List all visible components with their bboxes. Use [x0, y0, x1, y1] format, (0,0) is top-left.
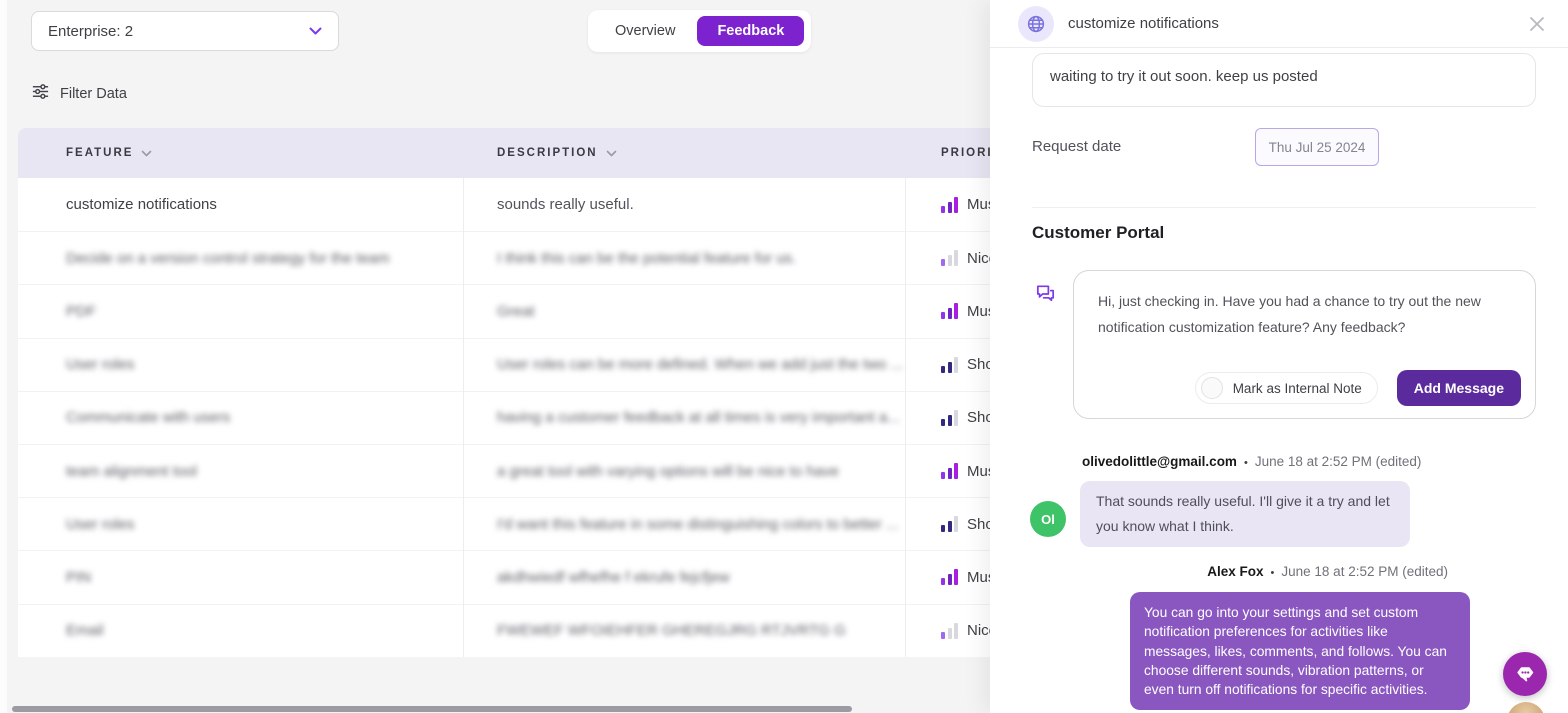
description-cell: I think this can be the potential featur… [497, 249, 797, 267]
feature-cell: Communicate with users [66, 409, 231, 427]
table-row[interactable]: User roles I'd want this feature in some … [18, 497, 1026, 550]
feature-cell: PIN [66, 568, 92, 586]
table-row[interactable]: team alignment tool a great tool with var… [18, 443, 1026, 497]
customer-avatar: Ol [1030, 501, 1066, 537]
user-photo-avatar[interactable] [1507, 702, 1545, 713]
feature-cell: User roles [66, 356, 135, 374]
priority-bars-icon [941, 463, 958, 480]
sort-chevron-icon [142, 150, 152, 156]
message-author: olivedolittle@gmail.com [1082, 454, 1237, 469]
priority-bars-icon [941, 196, 958, 213]
chat-bubbles-icon [1034, 282, 1057, 310]
customer-portal-heading: Customer Portal [1032, 223, 1165, 242]
column-header-feature[interactable]: FEATURE [66, 128, 152, 178]
customer-message-bubble: That sounds really useful. I'll give it … [1080, 481, 1410, 547]
filter-data-label: Filter Data [60, 86, 127, 102]
mark-internal-note-label: Mark as Internal Note [1232, 380, 1362, 396]
feedback-note-field[interactable]: waiting to try it out soon. keep us post… [1032, 53, 1536, 107]
chevron-down-icon [309, 22, 322, 40]
enterprise-select-value: Enterprise: 2 [48, 22, 134, 40]
filter-data-button[interactable]: Filter Data [31, 82, 127, 106]
table-row[interactable]: PIN akdhwiedf wfhefhe f ekrufe fejcfjew Mu… [18, 550, 1026, 603]
feedback-note-text: waiting to try it out soon. keep us post… [1050, 68, 1318, 85]
view-tab-group: Overview Feedback [588, 10, 812, 52]
close-icon[interactable] [1526, 13, 1548, 35]
priority-bars-icon [941, 409, 958, 426]
section-divider [1032, 207, 1536, 208]
table-row[interactable]: PDF Great Must [18, 284, 1026, 337]
feature-cell: customize notifications [66, 196, 217, 214]
column-header-description[interactable]: DESCRIPTION [497, 128, 617, 178]
request-date-label: Request date [1032, 138, 1122, 155]
priority-bars-icon [941, 569, 958, 586]
table-row[interactable]: Email FWEWEF WFOIEHFER GHEREGJRG RTJVRTG … [18, 603, 1026, 657]
priority-bars-icon [941, 622, 958, 639]
priority-bars-icon [941, 516, 958, 533]
description-cell: Great [497, 302, 535, 320]
table-body: customize notifications sounds really use… [18, 178, 1026, 657]
window-edge [0, 0, 7, 713]
table-header: FEATURE DESCRIPTION PRIORITY [18, 128, 1026, 178]
description-cell: I'd want this feature in some distinguis… [497, 515, 899, 533]
feedback-detail-panel: customize notifications waiting to try i… [990, 0, 1568, 713]
panel-header: customize notifications [990, 0, 1568, 48]
chat-widget-button[interactable] [1503, 652, 1547, 696]
feature-cell: team alignment tool [66, 462, 197, 480]
column-divider [463, 178, 464, 657]
feature-cell: PDF [66, 302, 96, 320]
table-row[interactable]: User roles User roles can be more defined… [18, 337, 1026, 391]
description-cell: User roles can be more defined. When we … [497, 356, 904, 374]
request-date-value[interactable]: Thu Jul 25 2024 [1255, 128, 1379, 166]
feature-cell: Decide on a version control strategy for… [66, 249, 390, 267]
panel-title: customize notifications [1068, 15, 1219, 32]
description-cell: sounds really useful. [497, 196, 634, 214]
feature-cell: Email [66, 622, 104, 640]
agent-message-bubble: You can go into your settings and set cu… [1130, 592, 1470, 711]
column-divider [905, 178, 906, 657]
description-cell: FWEWEF WFOIEHFER GHEREGJRG RTJVRTG G [497, 622, 846, 640]
message-time: June 18 at 2:52 PM (edited) [1254, 454, 1422, 469]
feature-cell: User roles [66, 515, 135, 533]
priority-bars-icon [941, 303, 958, 320]
filter-sliders-icon [31, 82, 50, 106]
message-compose-box[interactable]: Hi, just checking in. Have you had a cha… [1073, 270, 1536, 419]
toggle-knob [1200, 377, 1223, 399]
sort-chevron-icon [606, 150, 616, 156]
feedback-app: Enterprise: 2 Overview Feedback Filter D… [0, 0, 1568, 713]
message-author: Alex Fox [1207, 564, 1264, 579]
priority-bars-icon [941, 356, 958, 373]
table-row[interactable]: customize notifications sounds really use… [18, 178, 1026, 231]
message-time: June 18 at 2:52 PM (edited) [1281, 564, 1448, 579]
enterprise-select[interactable]: Enterprise: 2 [31, 11, 339, 51]
globe-icon [1018, 6, 1054, 42]
tab-feedback[interactable]: Feedback [697, 16, 805, 46]
speech-bubble-icon [1517, 667, 1534, 682]
feedback-table: FEATURE DESCRIPTION PRIORITY customize n… [18, 128, 1026, 657]
message-meta: olivedolittle@gmail.com • June 18 at 2:52 … [1082, 454, 1422, 469]
table-row[interactable]: Decide on a version control strategy for… [18, 231, 1026, 284]
compose-message-text: Hi, just checking in. Have you had a cha… [1098, 293, 1481, 335]
table-row[interactable]: Communicate with users having a customer … [18, 390, 1026, 444]
description-cell: having a customer feedback at all times … [497, 409, 900, 427]
horizontal-scrollbar[interactable] [12, 706, 852, 712]
add-message-button[interactable]: Add Message [1396, 370, 1521, 406]
mark-internal-note-toggle[interactable]: Mark as Internal Note [1194, 372, 1378, 404]
message-meta: Alex Fox • June 18 at 2:52 PM (edited) [1207, 564, 1448, 579]
tab-overview[interactable]: Overview [595, 16, 695, 46]
priority-bars-icon [941, 250, 958, 267]
description-cell: a great tool with varying options will b… [497, 462, 839, 480]
description-cell: akdhwiedf wfhefhe f ekrufe fejcfjew [497, 568, 730, 586]
compose-controls: Mark as Internal Note Add Message [1194, 370, 1521, 406]
